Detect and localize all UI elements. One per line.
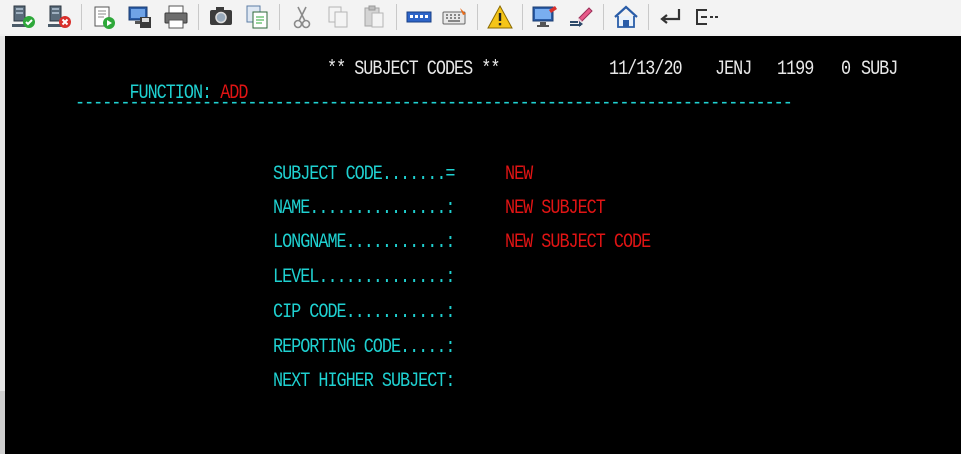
screen-title: ** SUBJECT CODES ** [327,58,500,81]
warning-icon[interactable] [483,2,517,32]
save-screen-icon[interactable] [123,2,157,32]
print-icon[interactable] [159,2,193,32]
screen-count: 0 [841,58,851,81]
field-label-level: LEVEL..............: [273,266,455,289]
toolbar [0,0,961,34]
terminal-emulator-window: FUNCTION: ADD ** SUBJECT CODES ** 11/13/… [0,0,961,454]
toolbar-separator [603,4,604,30]
toolbar-separator [648,4,649,30]
screen-user: JENJ [715,58,752,81]
toolbar-separator [279,4,280,30]
terminal-screen[interactable]: FUNCTION: ADD ** SUBJECT CODES ** 11/13/… [5,36,961,454]
toolbar-separator [81,4,82,30]
screen-code: SUBJ [861,58,898,81]
field-label-longname: LONGNAME...........: [273,231,455,254]
screen-date: 11/13/20 [609,58,683,81]
screen-term: 1199 [777,58,814,81]
display-settings-icon[interactable] [528,2,562,32]
paste-icon[interactable] [357,2,391,32]
transfer-icon[interactable] [564,2,598,32]
run-script-icon[interactable] [87,2,121,32]
keypad-icon[interactable] [402,2,436,32]
capture-icon[interactable] [204,2,238,32]
copy-screen-icon[interactable] [240,2,274,32]
field-exit-icon[interactable] [690,2,724,32]
copy-icon[interactable] [321,2,355,32]
field-input-name[interactable]: NEW SUBJECT [505,197,606,221]
toolbar-separator [396,4,397,30]
toolbar-separator [198,4,199,30]
home-icon[interactable] [609,2,643,32]
cut-icon[interactable] [285,2,319,32]
disconnect-icon[interactable] [42,2,76,32]
field-label-subject-code: SUBJECT CODE.......= [273,163,455,186]
enter-icon[interactable] [654,2,688,32]
field-input-longname[interactable]: NEW SUBJECT CODE [505,231,651,255]
field-input-subject-code[interactable]: NEW [505,163,533,187]
divider-line: ----------------------------------------… [75,92,793,115]
toolbar-separator [477,4,478,30]
field-label-cip-code: CIP CODE...........: [273,301,455,324]
toolbar-separator [522,4,523,30]
field-label-next-higher-subject: NEXT HIGHER SUBJECT: [273,370,455,393]
connect-icon[interactable] [6,2,40,32]
field-label-name: NAME...............: [273,197,455,220]
keyboard-map-icon[interactable] [438,2,472,32]
field-label-reporting-code: REPORTING CODE.....: [273,336,455,359]
